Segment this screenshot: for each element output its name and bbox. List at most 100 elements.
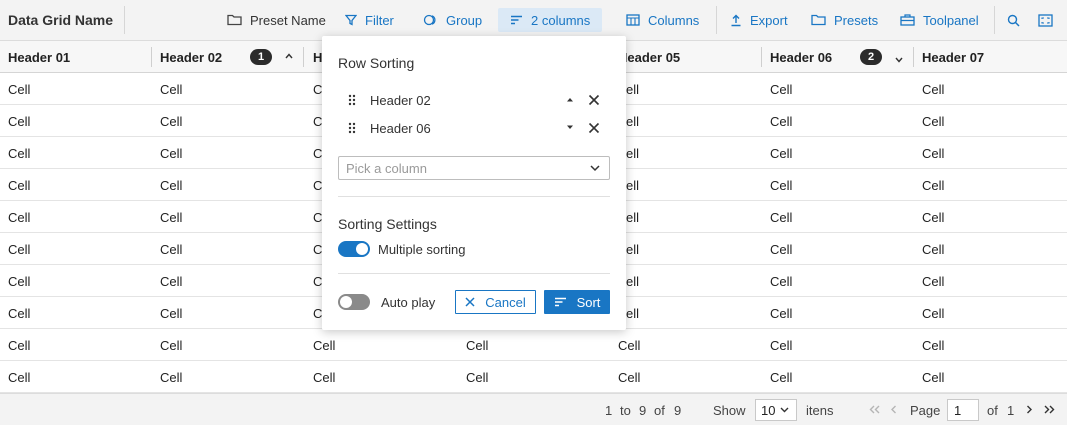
columns-button[interactable]: Columns xyxy=(626,8,699,32)
header-cell-07[interactable]: Header 07 xyxy=(922,41,984,73)
table-cell[interactable]: Cell xyxy=(618,361,640,393)
column-resizer[interactable] xyxy=(913,47,914,67)
presets-button[interactable]: Presets xyxy=(811,8,878,32)
last-page-icon[interactable] xyxy=(1044,405,1055,414)
table-cell[interactable]: Cell xyxy=(922,201,944,233)
table-cell[interactable]: Cell xyxy=(160,297,182,329)
sort-button[interactable]: Sort xyxy=(544,290,610,314)
grip-icon[interactable] xyxy=(348,94,356,106)
table-cell[interactable]: C xyxy=(313,297,322,329)
table-cell[interactable]: Cell xyxy=(770,265,792,297)
table-cell[interactable]: Cell xyxy=(160,137,182,169)
table-cell[interactable]: Cell xyxy=(922,169,944,201)
export-button[interactable]: Export xyxy=(730,8,788,32)
header-cell-03[interactable]: H xyxy=(313,41,322,73)
cancel-button[interactable]: Cancel xyxy=(455,290,536,314)
table-cell[interactable]: C xyxy=(313,137,322,169)
table-cell[interactable]: Cell xyxy=(922,105,944,137)
table-cell[interactable]: Cell xyxy=(770,297,792,329)
sort-asc-icon[interactable] xyxy=(566,97,574,102)
sort-item[interactable]: Header 06 xyxy=(338,117,610,139)
close-icon[interactable] xyxy=(588,94,600,106)
table-row[interactable]: Cell Cell Cell Cell Cell Cell Cell xyxy=(0,329,1067,361)
table-cell[interactable]: C xyxy=(313,169,322,201)
table-cell[interactable]: C xyxy=(313,265,322,297)
column-resizer[interactable] xyxy=(761,47,762,67)
group-button[interactable]: Group xyxy=(423,8,482,32)
table-cell[interactable]: Cell xyxy=(618,329,640,361)
table-cell[interactable]: Cell xyxy=(313,361,335,393)
fullscreen-button[interactable] xyxy=(1038,8,1053,32)
table-cell[interactable]: Cell xyxy=(8,201,30,233)
table-cell[interactable]: Cell xyxy=(160,201,182,233)
sort-item[interactable]: Header 02 xyxy=(338,89,610,111)
sorting-button[interactable]: 2 columns xyxy=(498,8,603,32)
table-cell[interactable]: Cell xyxy=(466,329,488,361)
table-cell[interactable]: Cell xyxy=(160,265,182,297)
close-icon[interactable] xyxy=(588,122,600,134)
table-cell[interactable]: Cell xyxy=(770,73,792,105)
table-cell[interactable]: Cell xyxy=(770,329,792,361)
table-cell[interactable]: Cell xyxy=(8,329,30,361)
table-cell[interactable]: Cell xyxy=(313,329,335,361)
pick-column-select[interactable]: Pick a column xyxy=(338,156,610,180)
table-cell[interactable]: Cell xyxy=(8,297,30,329)
multiple-sorting-toggle[interactable] xyxy=(338,241,370,257)
table-cell[interactable]: Cell xyxy=(8,233,30,265)
table-cell[interactable]: Cell xyxy=(160,73,182,105)
column-resizer[interactable] xyxy=(303,47,304,67)
table-cell[interactable]: Cell xyxy=(922,137,944,169)
header-cell-01[interactable]: Header 01 xyxy=(8,41,70,73)
first-page-icon[interactable] xyxy=(869,405,880,414)
table-cell[interactable]: Cell xyxy=(8,169,30,201)
table-row[interactable]: Cell Cell Cell Cell Cell Cell Cell xyxy=(0,361,1067,393)
table-cell[interactable]: Cell xyxy=(922,329,944,361)
table-cell[interactable]: ell xyxy=(626,233,639,265)
table-cell[interactable]: ell xyxy=(626,169,639,201)
table-cell[interactable]: Cell xyxy=(770,105,792,137)
table-cell[interactable]: Cell xyxy=(466,361,488,393)
table-cell[interactable]: ell xyxy=(626,297,639,329)
table-cell[interactable]: Cell xyxy=(770,233,792,265)
table-cell[interactable]: Cell xyxy=(770,201,792,233)
table-cell[interactable]: Cell xyxy=(160,105,182,137)
sort-desc-icon[interactable] xyxy=(895,57,903,63)
table-cell[interactable]: Cell xyxy=(8,73,30,105)
table-cell[interactable]: Cell xyxy=(8,265,30,297)
search-button[interactable] xyxy=(1007,8,1020,32)
header-cell-06[interactable]: Header 06 xyxy=(770,41,832,73)
table-cell[interactable]: Cell xyxy=(922,265,944,297)
table-cell[interactable]: ell xyxy=(626,201,639,233)
table-cell[interactable]: Cell xyxy=(160,233,182,265)
grip-icon[interactable] xyxy=(348,122,356,134)
page-size-select[interactable]: 10 xyxy=(755,399,797,421)
table-cell[interactable]: C xyxy=(313,233,322,265)
table-cell[interactable]: Cell xyxy=(160,329,182,361)
table-cell[interactable]: Cell xyxy=(922,73,944,105)
page-number-input[interactable]: 1 xyxy=(947,399,979,421)
column-resizer[interactable] xyxy=(151,47,152,67)
table-cell[interactable]: C xyxy=(313,105,322,137)
table-cell[interactable]: Cell xyxy=(922,297,944,329)
table-cell[interactable]: ell xyxy=(626,73,639,105)
header-cell-02[interactable]: Header 02 xyxy=(160,41,222,73)
toolpanel-button[interactable]: Toolpanel xyxy=(900,8,979,32)
table-cell[interactable]: C xyxy=(313,73,322,105)
table-cell[interactable]: ell xyxy=(626,105,639,137)
table-cell[interactable]: Cell xyxy=(160,361,182,393)
table-cell[interactable]: Cell xyxy=(8,137,30,169)
table-cell[interactable]: ell xyxy=(626,137,639,169)
auto-play-toggle[interactable] xyxy=(338,294,370,310)
filter-button[interactable]: Filter xyxy=(345,8,394,32)
sort-desc-icon[interactable] xyxy=(566,125,574,130)
table-cell[interactable]: Cell xyxy=(922,233,944,265)
next-page-icon[interactable] xyxy=(1026,405,1033,414)
table-cell[interactable]: Cell xyxy=(160,169,182,201)
table-cell[interactable]: C xyxy=(313,201,322,233)
previous-page-icon[interactable] xyxy=(890,405,897,414)
table-cell[interactable]: Cell xyxy=(922,361,944,393)
table-cell[interactable]: ell xyxy=(626,265,639,297)
table-cell[interactable]: Cell xyxy=(8,361,30,393)
header-cell-05[interactable]: Header 05 xyxy=(618,41,680,73)
table-cell[interactable]: Cell xyxy=(770,137,792,169)
